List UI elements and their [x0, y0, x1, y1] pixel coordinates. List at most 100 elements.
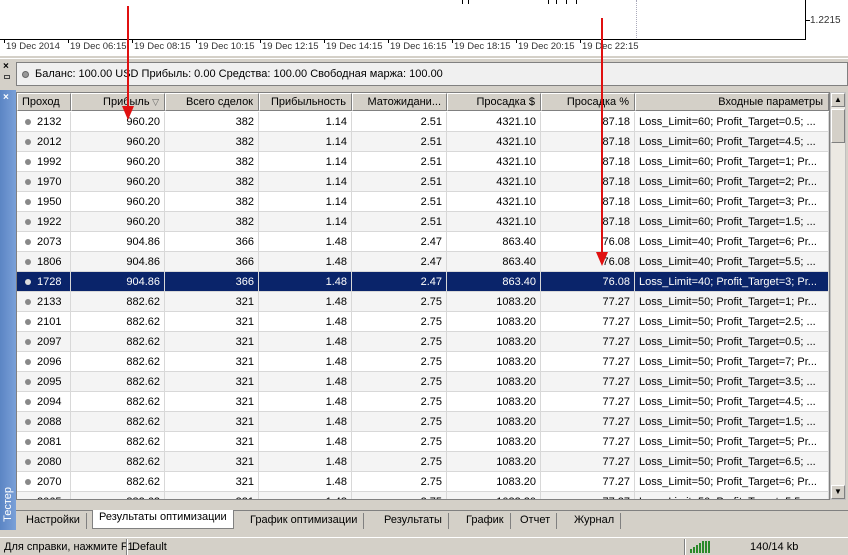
table-row[interactable]: 2095 882.62 321 1.48 2.75 1083.20 77.27 Loss_Li… [17, 372, 829, 392]
tab[interactable]: Журнал [568, 513, 622, 529]
table-cell: Loss_Limit=40; Profit_Target=6; Pr... [635, 232, 829, 251]
table-cell: 1083.20 [447, 432, 541, 451]
column-header[interactable]: Просадка $ [447, 93, 541, 111]
scroll-down-icon[interactable]: ▼ [831, 485, 845, 499]
table-row[interactable]: 1950 960.20 382 1.14 2.51 4321.10 87.18 Loss_Li… [17, 192, 829, 212]
table-cell: 2.75 [352, 412, 447, 431]
table-cell: Loss_Limit=40; Profit_Target=5.5; ... [635, 252, 829, 271]
column-header[interactable]: Входные параметры [635, 93, 829, 111]
pin-icon[interactable] [4, 75, 10, 79]
table-row[interactable]: 2094 882.62 321 1.48 2.75 1083.20 77.27 Loss_Li… [17, 392, 829, 412]
table-row[interactable]: 2070 882.62 321 1.48 2.75 1083.20 77.27 Loss_Li… [17, 472, 829, 492]
time-label: 19 Dec 18:15 [454, 41, 511, 52]
table-cell: 2.75 [352, 332, 447, 351]
red-arrow-icon [596, 252, 608, 266]
table-cell: 77.27 [541, 492, 635, 499]
tab[interactable]: Настройки [20, 513, 87, 529]
close-icon[interactable]: × [3, 61, 9, 72]
column-header[interactable]: Матожидани... [352, 93, 447, 111]
column-header[interactable]: Прибыльность [259, 93, 352, 111]
table-cell: 1.48 [259, 312, 352, 331]
table-cell: 2088 [33, 412, 71, 431]
red-arrow-line [127, 6, 129, 108]
time-label: 19 Dec 16:15 [390, 41, 447, 52]
table-row[interactable]: 1806 904.86 366 1.48 2.47 863.40 76.08 Loss_Lim… [17, 252, 829, 272]
table-row[interactable]: 2081 882.62 321 1.48 2.75 1083.20 77.27 Loss_Li… [17, 432, 829, 452]
table-row[interactable]: 2096 882.62 321 1.48 2.75 1083.20 77.27 Loss_Li… [17, 352, 829, 372]
column-header[interactable]: Проход [17, 93, 71, 111]
table-cell: 2133 [33, 292, 71, 311]
column-header[interactable]: Просадка % [541, 93, 635, 111]
balance-row: Баланс: 100.00 USD Прибыль: 0.00 Средств… [16, 62, 848, 86]
table-cell: 2.47 [352, 272, 447, 291]
table-row[interactable]: 2101 882.62 321 1.48 2.75 1083.20 77.27 Loss_Li… [17, 312, 829, 332]
table-row[interactable]: 1728 904.86 366 1.48 2.47 863.40 76.08 Loss_Lim… [17, 272, 829, 292]
table-cell: 321 [165, 392, 259, 411]
column-header[interactable]: Прибыль ▽ [71, 93, 165, 111]
time-tick [452, 40, 453, 43]
table-cell: 2132 [33, 112, 71, 131]
price-label: 1.2215 [810, 15, 841, 26]
table-cell: 1.48 [259, 492, 352, 499]
table-row[interactable]: 2097 882.62 321 1.48 2.75 1083.20 77.27 Loss_Li… [17, 332, 829, 352]
table-cell: 2012 [33, 132, 71, 151]
table-cell: 382 [165, 112, 259, 131]
time-label: 19 Dec 2014 [6, 41, 60, 52]
table-cell: Loss_Limit=50; Profit_Target=4.5; ... [635, 392, 829, 411]
table-cell: Loss_Limit=60; Profit_Target=2; Pr... [635, 172, 829, 191]
row-status-icon [25, 419, 31, 425]
table-cell: 863.40 [447, 252, 541, 271]
tab[interactable]: График [460, 513, 511, 529]
time-tick [516, 40, 517, 43]
table-row[interactable]: 2080 882.62 321 1.48 2.75 1083.20 77.27 Loss_Li… [17, 452, 829, 472]
scroll-up-icon[interactable]: ▲ [831, 93, 845, 107]
table-cell: Loss_Limit=40; Profit_Target=3; Pr... [635, 272, 829, 291]
table-row[interactable]: 2073 904.86 366 1.48 2.47 863.40 76.08 Loss_Lim… [17, 232, 829, 252]
table-row[interactable]: 2012 960.20 382 1.14 2.51 4321.10 87.18 Loss_Li… [17, 132, 829, 152]
table-cell: 321 [165, 372, 259, 391]
table-cell: 321 [165, 492, 259, 499]
scroll-thumb[interactable] [831, 109, 845, 143]
table-cell: 2094 [33, 392, 71, 411]
table-cell: 4321.10 [447, 212, 541, 231]
table-cell: 1083.20 [447, 412, 541, 431]
table-cell: 1.48 [259, 272, 352, 291]
table-cell: Loss_Limit=50; Profit_Target=5; Pr... [635, 432, 829, 451]
table-cell: 382 [165, 152, 259, 171]
table-row[interactable]: 2088 882.62 321 1.48 2.75 1083.20 77.27 Loss_Li… [17, 412, 829, 432]
row-status-icon [25, 219, 31, 225]
table-row[interactable]: 1922 960.20 382 1.14 2.51 4321.10 87.18 Loss_Li… [17, 212, 829, 232]
table-cell: 882.62 [71, 472, 165, 491]
tab[interactable]: Результаты оптимизации [92, 510, 234, 529]
row-status-icon [25, 379, 31, 385]
table-cell: 321 [165, 472, 259, 491]
table-cell: 2.51 [352, 212, 447, 231]
table-cell: 87.18 [541, 112, 635, 131]
table-cell: 2.75 [352, 392, 447, 411]
table-row[interactable]: 1992 960.20 382 1.14 2.51 4321.10 87.18 Loss_Li… [17, 152, 829, 172]
table-cell: 1992 [33, 152, 71, 171]
column-header[interactable]: Всего сделок [165, 93, 259, 111]
table-cell: 1083.20 [447, 332, 541, 351]
tab[interactable]: Результаты [378, 513, 449, 529]
table-cell: Loss_Limit=50; Profit_Target=1; Pr... [635, 292, 829, 311]
table-row[interactable]: 2065882.623211.482.751083.2077.27Loss_Li… [17, 492, 829, 499]
table-cell: 1.48 [259, 432, 352, 451]
table-row[interactable]: 2133 882.62 321 1.48 2.75 1083.20 77.27 Loss_Li… [17, 292, 829, 312]
tester-side-bar: × Тестер [0, 90, 16, 530]
tab[interactable]: Отчет [514, 513, 558, 529]
close-icon[interactable]: × [3, 92, 9, 103]
table-cell: Loss_Limit=60; Profit_Target=0.5; ... [635, 112, 829, 131]
table-row[interactable]: 2132 960.20 382 1.14 2.51 4321.10 87.18 Loss_Li… [17, 112, 829, 132]
table-cell: 76.08 [541, 252, 635, 271]
table-cell: 1922 [33, 212, 71, 231]
vertical-scrollbar[interactable]: ▲ ▼ [830, 92, 846, 500]
tab[interactable]: График оптимизации [244, 513, 365, 529]
table-cell: 2.51 [352, 152, 447, 171]
table-cell: 904.86 [71, 252, 165, 271]
chart-canvas[interactable] [0, 0, 806, 40]
table-cell: 1083.20 [447, 452, 541, 471]
table-row[interactable]: 1970 960.20 382 1.14 2.51 4321.10 87.18 Loss_Li… [17, 172, 829, 192]
tester-tabs: Настройки Результаты оптимизации График оп… [16, 510, 848, 530]
red-arrow-line [601, 18, 603, 254]
